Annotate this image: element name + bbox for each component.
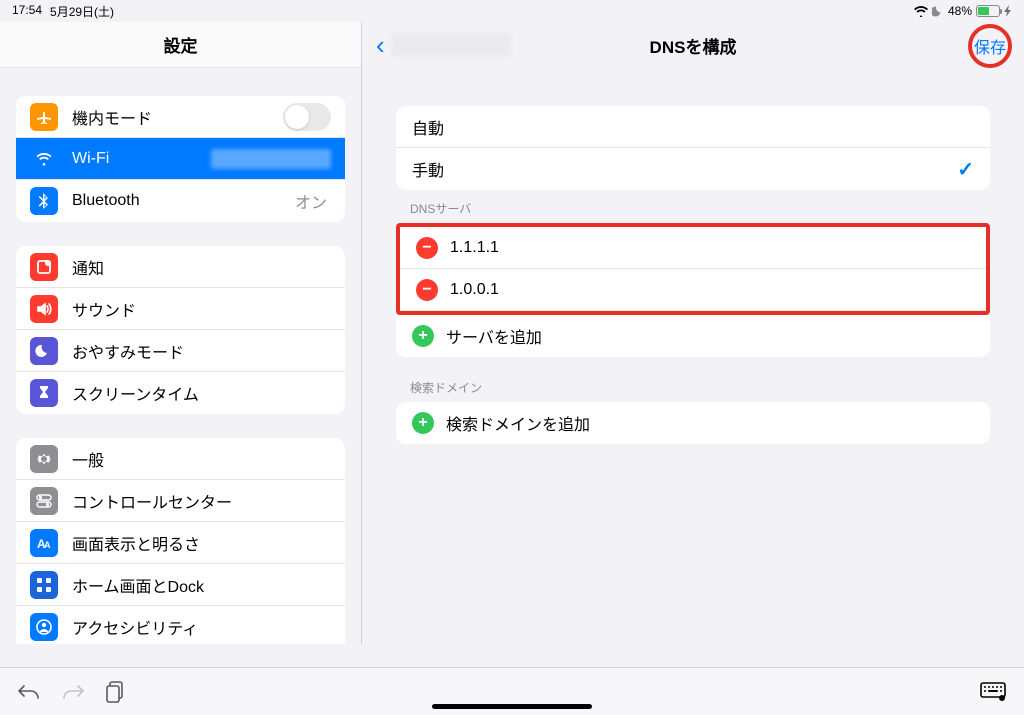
sidebar-title: 設定: [164, 32, 198, 57]
dns-server-value: 1.1.1.1: [450, 239, 970, 257]
dns-servers-highlight: −1.1.1.1−1.0.0.1: [396, 223, 990, 315]
page-title: DNSを構成: [650, 33, 737, 58]
plus-icon: +: [412, 325, 434, 347]
settings-sidebar: 設定 機内モード Wi-Fi Bluetoothオン通知サウンドおやすみモードスクリ…: [0, 22, 362, 644]
status-time: 17:54: [12, 3, 42, 20]
sidebar-item-notification[interactable]: 通知: [16, 246, 345, 288]
minus-icon[interactable]: −: [416, 237, 438, 259]
status-date: 5月29日(土): [50, 3, 114, 20]
back-label-redacted: [391, 33, 511, 57]
mode-manual-label: 手動: [412, 157, 957, 181]
sidebar-item-grid[interactable]: ホーム画面とDock: [16, 564, 345, 606]
wifi-name-redacted: [211, 149, 331, 169]
battery-percent: 48%: [948, 4, 972, 18]
clipboard-icon[interactable]: [106, 681, 126, 703]
checkmark-icon: ✓: [957, 157, 974, 182]
keyboard-icon[interactable]: [980, 682, 1006, 702]
search-domain-header: 検索ドメイン: [410, 379, 990, 396]
hourglass-icon: [30, 379, 58, 407]
sidebar-item-switches[interactable]: コントロールセンター: [16, 480, 345, 522]
sidebar-item-gear[interactable]: 一般: [16, 438, 345, 480]
plus-icon: +: [412, 412, 434, 434]
back-button[interactable]: ‹: [376, 32, 511, 58]
sidebar-item-label: 一般: [72, 447, 331, 471]
sidebar-item-label: 画面表示と明るさ: [72, 531, 331, 555]
person-icon: [30, 613, 58, 641]
sidebar-header: 設定: [0, 22, 361, 68]
dns-mode-manual[interactable]: 手動 ✓: [396, 148, 990, 190]
dns-mode-group: 自動 手動 ✓: [396, 106, 990, 190]
dns-server-value: 1.0.0.1: [450, 281, 970, 299]
sidebar-item-hourglass[interactable]: スクリーンタイム: [16, 372, 345, 414]
bluetooth-icon: [30, 187, 58, 215]
sidebar-item-label: 通知: [72, 255, 331, 279]
add-domain-row[interactable]: + 検索ドメインを追加: [396, 402, 990, 444]
sound-icon: [30, 295, 58, 323]
main-header: ‹ DNSを構成 保存: [362, 22, 1024, 68]
text-icon: AA: [30, 529, 58, 557]
sidebar-item-text[interactable]: AA 画面表示と明るさ: [16, 522, 345, 564]
main-panel: ‹ DNSを構成 保存 自動 手動 ✓ DNSサーバ −1.1.1.1−1.0.…: [362, 22, 1024, 644]
row-value: オン: [295, 189, 327, 213]
sidebar-item-label: サウンド: [72, 297, 331, 321]
sidebar-item-moon[interactable]: おやすみモード: [16, 330, 345, 372]
redo-icon[interactable]: [62, 682, 84, 702]
mode-auto-label: 自動: [412, 115, 974, 139]
sidebar-item-wifi[interactable]: Wi-Fi: [16, 138, 345, 180]
status-bar: 17:54 5月29日(土) 48%: [0, 0, 1024, 22]
moon-icon: [30, 337, 58, 365]
sidebar-item-label: Bluetooth: [72, 192, 295, 210]
sidebar-item-label: ホーム画面とDock: [72, 573, 331, 597]
svg-text:A: A: [44, 540, 51, 550]
battery-icon: [976, 5, 1000, 17]
add-server-row[interactable]: + サーバを追加: [396, 315, 990, 357]
switches-icon: [30, 487, 58, 515]
chevron-left-icon: ‹: [376, 32, 385, 58]
wifi-status-icon: [914, 6, 928, 17]
grid-icon: [30, 571, 58, 599]
dns-mode-auto[interactable]: 自動: [396, 106, 990, 148]
save-highlight-circle: 保存: [968, 24, 1012, 68]
dns-server-row[interactable]: −1.1.1.1: [400, 227, 986, 269]
notification-icon: [30, 253, 58, 281]
add-server-label: サーバを追加: [446, 324, 974, 348]
sidebar-item-bluetooth[interactable]: Bluetoothオン: [16, 180, 345, 222]
wifi-icon: [30, 145, 58, 173]
dns-servers-header: DNSサーバ: [410, 200, 990, 217]
save-button[interactable]: 保存: [974, 34, 1006, 58]
charging-icon: [1004, 5, 1012, 17]
sidebar-item-label: スクリーンタイム: [72, 381, 331, 405]
sidebar-item-label: 機内モード: [72, 105, 283, 129]
add-domain-label: 検索ドメインを追加: [446, 411, 974, 435]
sidebar-item-label: アクセシビリティ: [72, 615, 331, 639]
dns-server-row[interactable]: −1.0.0.1: [400, 269, 986, 311]
home-indicator: [432, 704, 592, 709]
minus-icon[interactable]: −: [416, 279, 438, 301]
dnd-status-icon: [932, 5, 944, 17]
gear-icon: [30, 445, 58, 473]
sidebar-item-airplane[interactable]: 機内モード: [16, 96, 345, 138]
sidebar-item-label: おやすみモード: [72, 339, 331, 363]
sidebar-item-label: Wi-Fi: [72, 150, 211, 168]
sidebar-item-sound[interactable]: サウンド: [16, 288, 345, 330]
undo-icon[interactable]: [18, 682, 40, 702]
airplane-icon: [30, 103, 58, 131]
airplane-mode-switch[interactable]: [283, 103, 331, 131]
sidebar-item-person[interactable]: アクセシビリティ: [16, 606, 345, 644]
sidebar-item-label: コントロールセンター: [72, 489, 331, 513]
